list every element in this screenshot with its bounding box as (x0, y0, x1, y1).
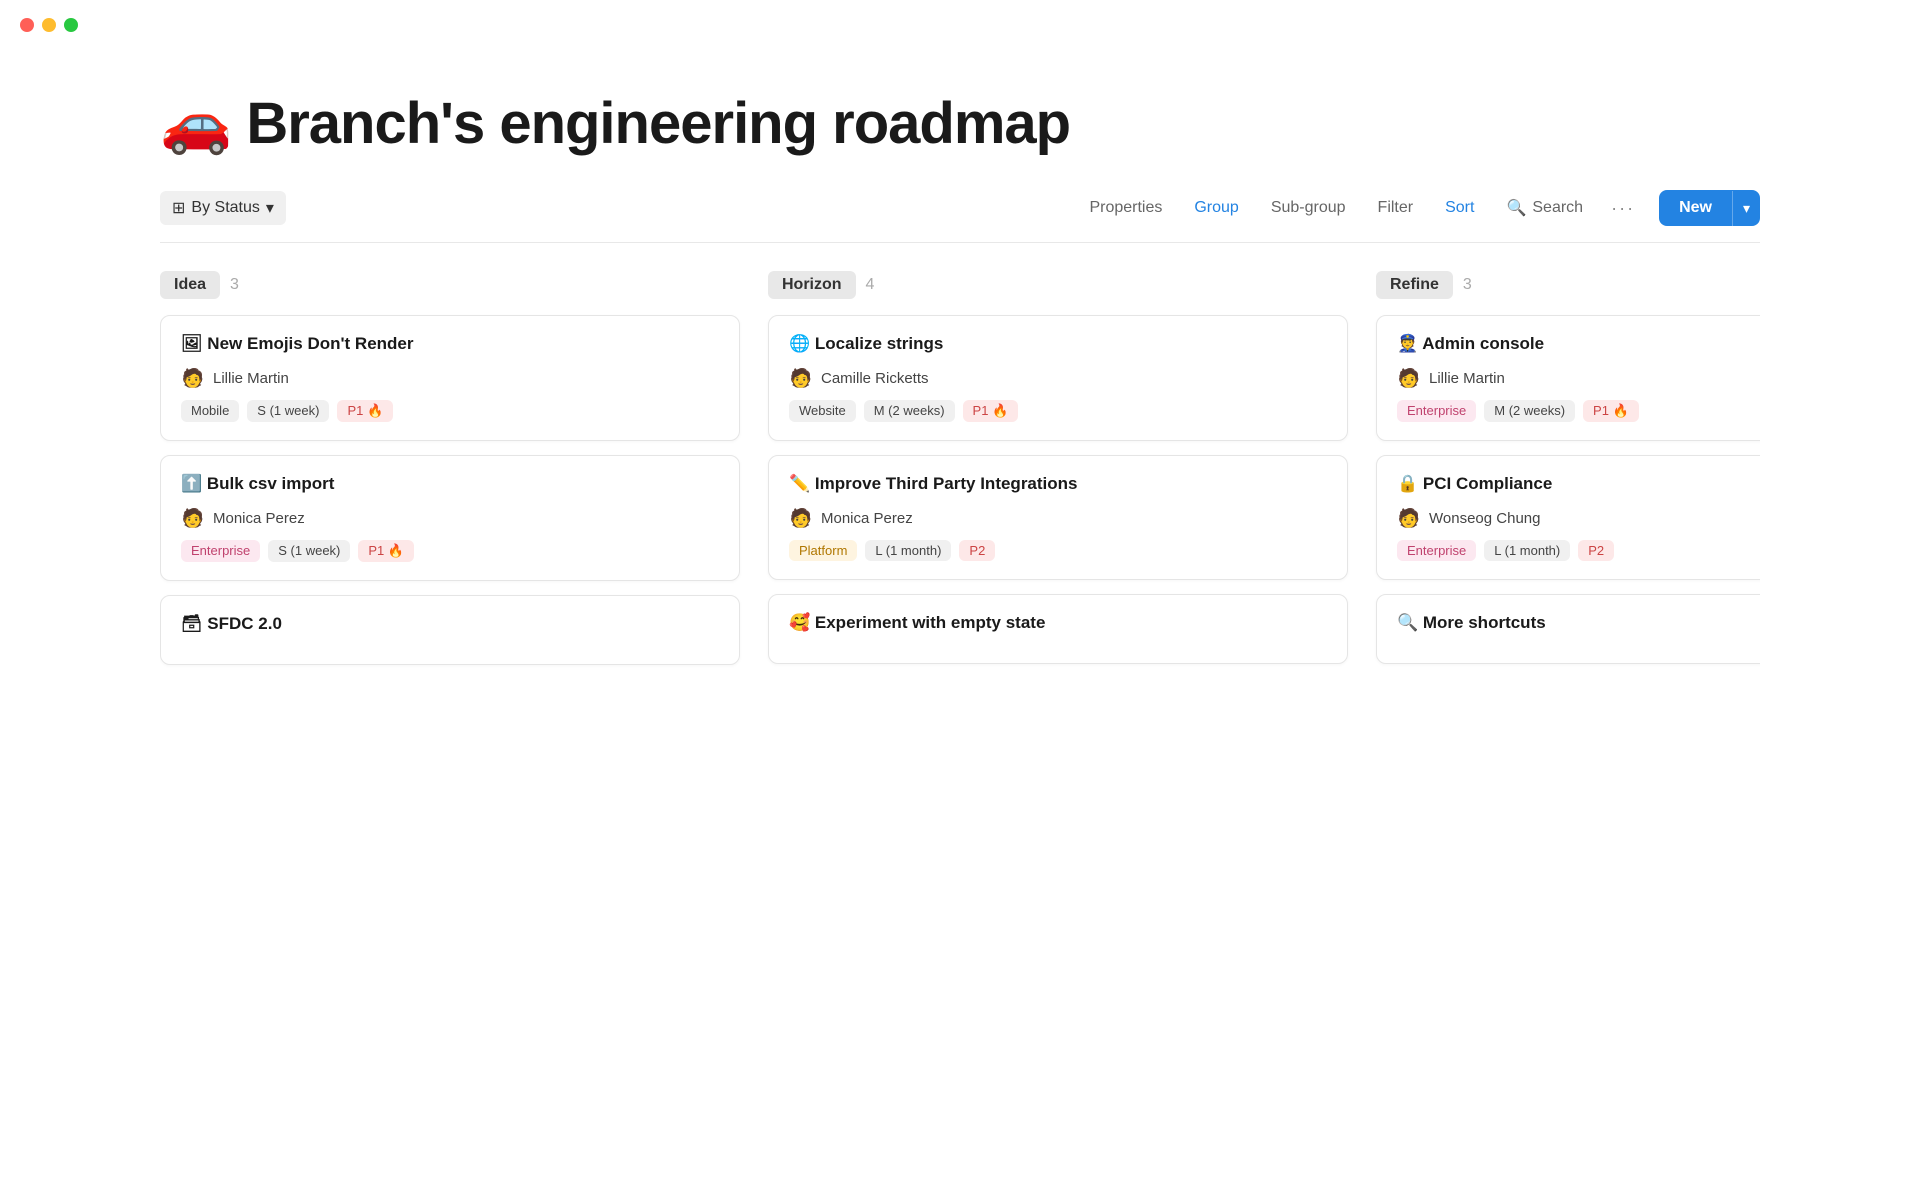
person-name: Lillie Martin (1429, 370, 1505, 387)
list-item[interactable]: 👮 Admin console 🧑 Lillie Martin Enterprise M… (1376, 315, 1760, 441)
new-button[interactable]: New ▾ (1659, 190, 1760, 226)
column-header-refine: Refine 3 (1376, 271, 1760, 299)
person-name: Monica Perez (213, 510, 305, 527)
avatar: 🧑 (181, 506, 205, 530)
board: Idea 3 🖼 New Emojis Don't Render 🧑 Lillie Ma… (160, 271, 1760, 679)
minimize-button[interactable] (42, 18, 56, 32)
card-title: 👮 Admin console (1397, 334, 1760, 354)
column-label-refine[interactable]: Refine (1376, 271, 1453, 299)
tag-p1[interactable]: P1 🔥 (963, 400, 1019, 422)
column-header-horizon: Horizon 4 (768, 271, 1348, 299)
card-person: 🧑 Lillie Martin (181, 366, 719, 390)
column-horizon: Horizon 4 🌐 Localize strings 🧑 Camille Ricke… (768, 271, 1348, 679)
column-idea: Idea 3 🖼 New Emojis Don't Render 🧑 Lillie Ma… (160, 271, 740, 679)
card-tags: Enterprise M (2 weeks) P1 🔥 (1397, 400, 1760, 422)
list-item[interactable]: 🗃 SFDC 2.0 (160, 595, 740, 665)
column-count-horizon: 4 (866, 276, 875, 294)
avatar: 🧑 (181, 366, 205, 390)
card-tags: Enterprise S (1 week) P1 🔥 (181, 540, 719, 562)
card-person: 🧑 Lillie Martin (1397, 366, 1760, 390)
list-item[interactable]: 🥰 Experiment with empty state (768, 594, 1348, 664)
tag-size[interactable]: S (1 week) (247, 400, 329, 422)
column-refine: Refine 3 👮 Admin console 🧑 Lillie Martin Ente… (1376, 271, 1760, 679)
tag-p1[interactable]: P1 🔥 (1583, 400, 1639, 422)
person-name: Wonseog Chung (1429, 510, 1540, 527)
card-title: 🔍 More shortcuts (1397, 613, 1760, 633)
more-options-button[interactable]: ··· (1601, 191, 1645, 226)
list-item[interactable]: 🔒 PCI Compliance 🧑 Wonseog Chung Enterprise… (1376, 455, 1760, 580)
tag-p1[interactable]: P1 🔥 (337, 400, 393, 422)
card-title: ⬆️ Bulk csv import (181, 474, 719, 494)
card-person: 🧑 Monica Perez (789, 506, 1327, 530)
tag-enterprise[interactable]: Enterprise (1397, 400, 1476, 422)
card-person: 🧑 Wonseog Chung (1397, 506, 1760, 530)
tag-enterprise[interactable]: Enterprise (1397, 540, 1476, 561)
card-tags: Platform L (1 month) P2 (789, 540, 1327, 561)
close-button[interactable] (20, 18, 34, 32)
avatar: 🧑 (1397, 366, 1421, 390)
card-tags: Enterprise L (1 month) P2 (1397, 540, 1760, 561)
properties-button[interactable]: Properties (1075, 192, 1176, 224)
list-item[interactable]: 🌐 Localize strings 🧑 Camille Ricketts Websi… (768, 315, 1348, 441)
search-button[interactable]: 🔍 Search (1492, 191, 1597, 225)
sort-button[interactable]: Sort (1431, 192, 1488, 224)
avatar: 🧑 (789, 366, 813, 390)
group-button[interactable]: Group (1180, 192, 1252, 224)
new-button-chevron[interactable]: ▾ (1732, 191, 1760, 226)
avatar: 🧑 (789, 506, 813, 530)
card-person: 🧑 Monica Perez (181, 506, 719, 530)
toolbar: ⊞ By Status ▾ Properties Group Sub-group… (160, 190, 1760, 243)
column-count-refine: 3 (1463, 276, 1472, 294)
tag-size[interactable]: M (2 weeks) (1484, 400, 1575, 422)
tag-size[interactable]: M (2 weeks) (864, 400, 955, 422)
new-button-label: New (1659, 190, 1732, 226)
grid-icon: ⊞ (172, 198, 185, 218)
column-label-idea[interactable]: Idea (160, 271, 220, 299)
card-title: 🗃 SFDC 2.0 (181, 614, 719, 634)
list-item[interactable]: 🔍 More shortcuts (1376, 594, 1760, 664)
card-tags: Website M (2 weeks) P1 🔥 (789, 400, 1327, 422)
page-title: 🚗 Branch's engineering roadmap (160, 90, 1760, 158)
person-name: Lillie Martin (213, 370, 289, 387)
tag-size[interactable]: S (1 week) (268, 540, 350, 562)
traffic-lights (0, 0, 1920, 50)
card-title: ✏️ Improve Third Party Integrations (789, 474, 1327, 494)
tag-p2[interactable]: P2 (959, 540, 995, 561)
tag-p1[interactable]: P1 🔥 (358, 540, 414, 562)
tag-enterprise[interactable]: Enterprise (181, 540, 260, 562)
tag-platform[interactable]: Platform (789, 540, 857, 561)
tag-size[interactable]: L (1 month) (865, 540, 951, 561)
card-tags: Mobile S (1 week) P1 🔥 (181, 400, 719, 422)
list-item[interactable]: ⬆️ Bulk csv import 🧑 Monica Perez Enterpris… (160, 455, 740, 581)
filter-button[interactable]: Filter (1364, 192, 1428, 224)
tag-size[interactable]: L (1 month) (1484, 540, 1570, 561)
list-item[interactable]: 🖼 New Emojis Don't Render 🧑 Lillie Martin M… (160, 315, 740, 441)
card-title: 🖼 New Emojis Don't Render (181, 334, 719, 354)
avatar: 🧑 (1397, 506, 1421, 530)
tag-website[interactable]: Website (789, 400, 856, 422)
list-item[interactable]: ✏️ Improve Third Party Integrations 🧑 Moni… (768, 455, 1348, 580)
person-name: Monica Perez (821, 510, 913, 527)
group-by-button[interactable]: ⊞ By Status ▾ (160, 191, 286, 225)
fullscreen-button[interactable] (64, 18, 78, 32)
search-icon: 🔍 (1506, 198, 1526, 218)
card-person: 🧑 Camille Ricketts (789, 366, 1327, 390)
person-name: Camille Ricketts (821, 370, 929, 387)
group-by-label: By Status (191, 199, 259, 217)
page-content: 🚗 Branch's engineering roadmap ⊞ By Stat… (0, 90, 1920, 679)
card-title: 🌐 Localize strings (789, 334, 1327, 354)
column-header-idea: Idea 3 (160, 271, 740, 299)
card-title: 🔒 PCI Compliance (1397, 474, 1760, 494)
subgroup-button[interactable]: Sub-group (1257, 192, 1360, 224)
column-count-idea: 3 (230, 276, 239, 294)
tag-mobile[interactable]: Mobile (181, 400, 239, 422)
tag-p2[interactable]: P2 (1578, 540, 1614, 561)
card-title: 🥰 Experiment with empty state (789, 613, 1327, 633)
chevron-down-icon: ▾ (266, 198, 274, 218)
search-label: Search (1532, 199, 1583, 217)
column-label-horizon[interactable]: Horizon (768, 271, 856, 299)
